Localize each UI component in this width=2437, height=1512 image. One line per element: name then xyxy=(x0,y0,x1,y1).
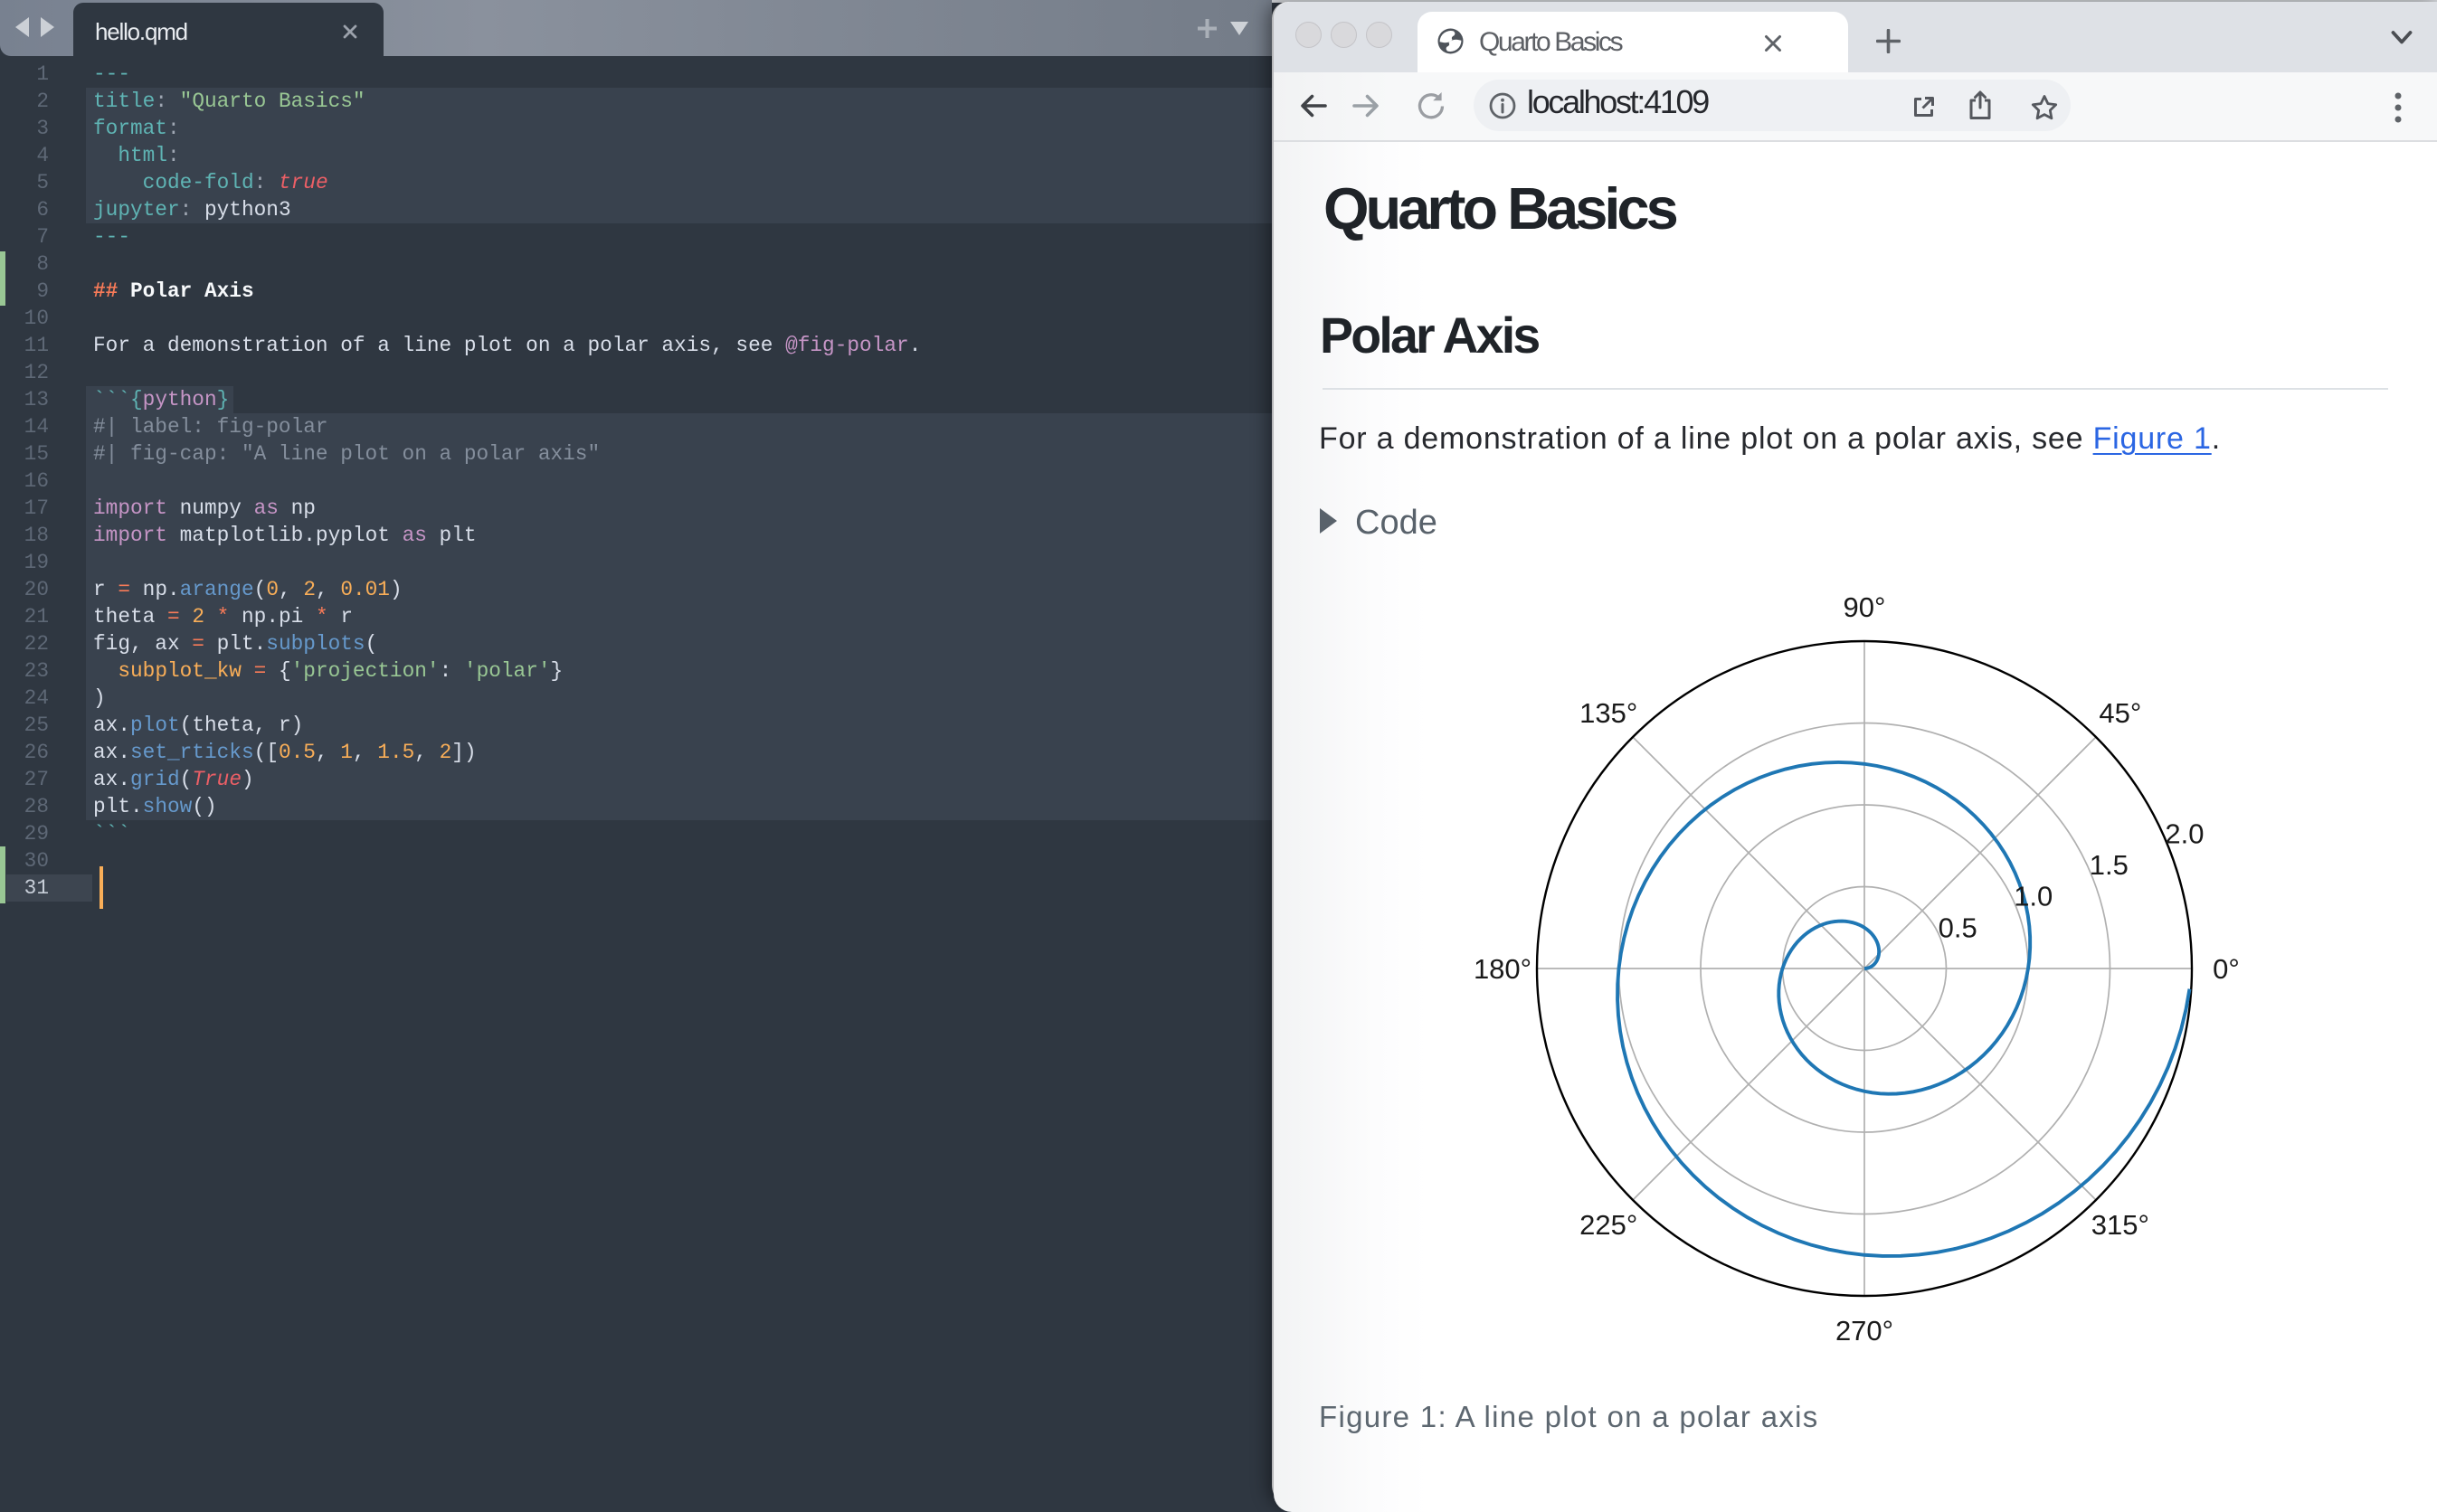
svg-text:1.0: 1.0 xyxy=(2014,881,2053,912)
svg-text:45°: 45° xyxy=(2099,697,2141,729)
svg-text:1.5: 1.5 xyxy=(2090,849,2129,881)
svg-text:225°: 225° xyxy=(1579,1209,1637,1241)
svg-text:2.0: 2.0 xyxy=(2165,817,2204,849)
svg-text:90°: 90° xyxy=(1844,591,1886,623)
svg-text:315°: 315° xyxy=(2091,1209,2149,1241)
svg-text:0.5: 0.5 xyxy=(1939,912,1977,943)
svg-text:135°: 135° xyxy=(1579,697,1637,729)
svg-text:0°: 0° xyxy=(2213,953,2240,985)
svg-text:270°: 270° xyxy=(1835,1315,1893,1347)
svg-text:180°: 180° xyxy=(1474,953,1531,985)
